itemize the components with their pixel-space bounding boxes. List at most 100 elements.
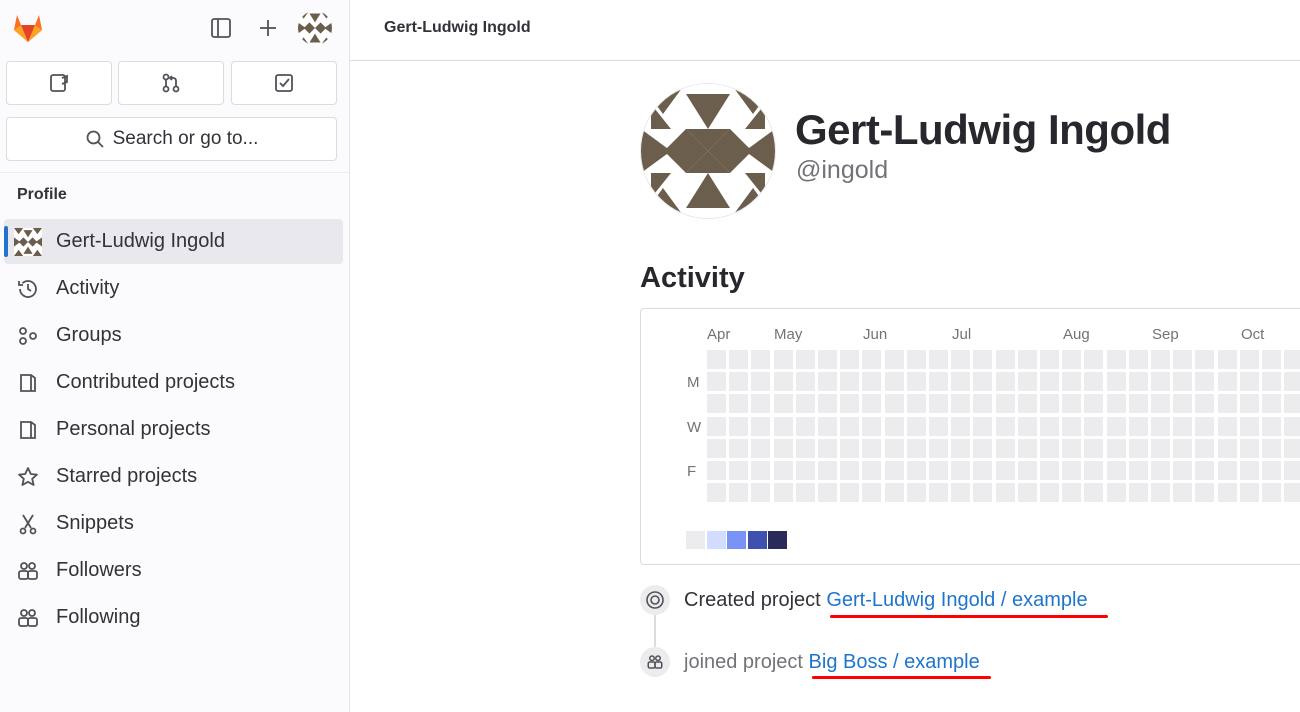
sidebar-item-groups[interactable]: Groups bbox=[4, 313, 343, 358]
contribution-cell[interactable] bbox=[840, 461, 860, 480]
contribution-cell[interactable] bbox=[1128, 483, 1148, 503]
contribution-cell[interactable] bbox=[1128, 372, 1148, 392]
sidebar-item-snippets[interactable]: Snippets bbox=[4, 501, 343, 546]
contribution-cell[interactable] bbox=[707, 483, 726, 503]
contribution-cell[interactable] bbox=[1217, 350, 1237, 369]
contribution-cell[interactable] bbox=[1195, 461, 1215, 480]
contribution-cell[interactable] bbox=[1106, 438, 1126, 458]
contribution-cell[interactable] bbox=[1239, 350, 1259, 369]
contribution-cell[interactable] bbox=[751, 350, 771, 369]
contribution-cell[interactable] bbox=[707, 461, 726, 480]
contribution-cell[interactable] bbox=[973, 372, 993, 392]
sidebar-item-starred-projects[interactable]: Starred projects bbox=[4, 454, 343, 499]
contribution-cell[interactable] bbox=[906, 350, 926, 369]
contribution-cell[interactable] bbox=[795, 394, 815, 414]
search-button[interactable]: Search or go to... bbox=[6, 117, 337, 161]
contribution-cell[interactable] bbox=[1040, 350, 1059, 369]
contribution-cell[interactable] bbox=[1062, 350, 1082, 369]
contribution-cell[interactable] bbox=[773, 483, 793, 503]
contribution-cell[interactable] bbox=[773, 372, 793, 392]
contribution-cell[interactable] bbox=[1106, 372, 1126, 392]
contribution-cell[interactable] bbox=[1017, 483, 1037, 503]
contribution-cell[interactable] bbox=[840, 350, 860, 369]
contribution-cell[interactable] bbox=[751, 438, 771, 458]
contribution-cell[interactable] bbox=[840, 372, 860, 392]
contribution-cell[interactable] bbox=[707, 438, 726, 458]
contribution-cell[interactable] bbox=[929, 372, 948, 392]
contribution-cell[interactable] bbox=[1284, 438, 1300, 458]
contribution-cell[interactable] bbox=[973, 350, 993, 369]
contribution-cell[interactable] bbox=[729, 461, 749, 480]
contribution-cell[interactable] bbox=[818, 461, 837, 480]
contribution-cell[interactable] bbox=[1195, 416, 1215, 436]
contribution-cell[interactable] bbox=[884, 438, 904, 458]
contribution-cell[interactable] bbox=[1017, 438, 1037, 458]
contribution-cell[interactable] bbox=[884, 394, 904, 414]
contribution-cell[interactable] bbox=[1084, 394, 1104, 414]
contribution-cell[interactable] bbox=[1040, 438, 1059, 458]
contribution-cell[interactable] bbox=[751, 372, 771, 392]
contribution-cell[interactable] bbox=[1017, 461, 1037, 480]
contribution-cell[interactable] bbox=[862, 416, 882, 436]
contribution-cell[interactable] bbox=[795, 416, 815, 436]
contribution-cell[interactable] bbox=[1084, 416, 1104, 436]
contribution-cell[interactable] bbox=[1128, 350, 1148, 369]
contribution-cell[interactable] bbox=[1128, 416, 1148, 436]
contribution-cell[interactable] bbox=[1173, 416, 1193, 436]
sidebar-toggle-icon[interactable] bbox=[205, 12, 237, 44]
sidebar-item-activity[interactable]: Activity bbox=[4, 266, 343, 311]
contribution-cell[interactable] bbox=[951, 461, 971, 480]
contribution-cell[interactable] bbox=[1062, 461, 1082, 480]
contribution-cell[interactable] bbox=[773, 438, 793, 458]
contribution-cell[interactable] bbox=[795, 461, 815, 480]
contribution-cell[interactable] bbox=[1262, 350, 1281, 369]
contribution-cell[interactable] bbox=[973, 416, 993, 436]
contribution-cell[interactable] bbox=[995, 461, 1015, 480]
contribution-cell[interactable] bbox=[707, 416, 726, 436]
contribution-cell[interactable] bbox=[1151, 372, 1170, 392]
contribution-cell[interactable] bbox=[729, 483, 749, 503]
contribution-cell[interactable] bbox=[1106, 483, 1126, 503]
contribution-cell[interactable] bbox=[1040, 372, 1059, 392]
contribution-cell[interactable] bbox=[1151, 438, 1170, 458]
contribution-cell[interactable] bbox=[995, 372, 1015, 392]
contribution-cell[interactable] bbox=[995, 350, 1015, 369]
contribution-cell[interactable] bbox=[1084, 483, 1104, 503]
contribution-cell[interactable] bbox=[1106, 416, 1126, 436]
contribution-cell[interactable] bbox=[906, 461, 926, 480]
contribution-cell[interactable] bbox=[1239, 394, 1259, 414]
contribution-cell[interactable] bbox=[906, 372, 926, 392]
contribution-cell[interactable] bbox=[773, 461, 793, 480]
contribution-cell[interactable] bbox=[884, 416, 904, 436]
contribution-cell[interactable] bbox=[1040, 416, 1059, 436]
contribution-cell[interactable] bbox=[795, 350, 815, 369]
contribution-cell[interactable] bbox=[1017, 394, 1037, 414]
contribution-cell[interactable] bbox=[1239, 483, 1259, 503]
contribution-cell[interactable] bbox=[1084, 350, 1104, 369]
contribution-cell[interactable] bbox=[1239, 372, 1259, 392]
contribution-cell[interactable] bbox=[1239, 438, 1259, 458]
contribution-cell[interactable] bbox=[1017, 416, 1037, 436]
contribution-cell[interactable] bbox=[884, 461, 904, 480]
sidebar-item-profile[interactable]: Gert-Ludwig Ingold bbox=[4, 219, 343, 264]
contribution-cell[interactable] bbox=[1128, 461, 1148, 480]
contribution-cell[interactable] bbox=[862, 438, 882, 458]
contribution-cell[interactable] bbox=[1017, 372, 1037, 392]
contribution-cell[interactable] bbox=[1262, 461, 1281, 480]
contribution-cell[interactable] bbox=[818, 350, 837, 369]
contribution-cell[interactable] bbox=[1128, 394, 1148, 414]
contribution-cell[interactable] bbox=[1195, 350, 1215, 369]
contribution-cell[interactable] bbox=[729, 394, 749, 414]
contribution-cell[interactable] bbox=[862, 394, 882, 414]
user-avatar-menu[interactable] bbox=[298, 11, 332, 45]
contribution-cell[interactable] bbox=[1195, 438, 1215, 458]
contribution-cell[interactable] bbox=[884, 350, 904, 369]
contribution-cell[interactable] bbox=[862, 461, 882, 480]
contribution-cell[interactable] bbox=[1262, 394, 1281, 414]
contribution-cell[interactable] bbox=[729, 438, 749, 458]
contribution-cell[interactable] bbox=[1284, 350, 1300, 369]
contribution-cell[interactable] bbox=[951, 438, 971, 458]
contribution-cell[interactable] bbox=[1173, 461, 1193, 480]
contribution-cell[interactable] bbox=[1173, 350, 1193, 369]
contribution-cell[interactable] bbox=[1217, 394, 1237, 414]
